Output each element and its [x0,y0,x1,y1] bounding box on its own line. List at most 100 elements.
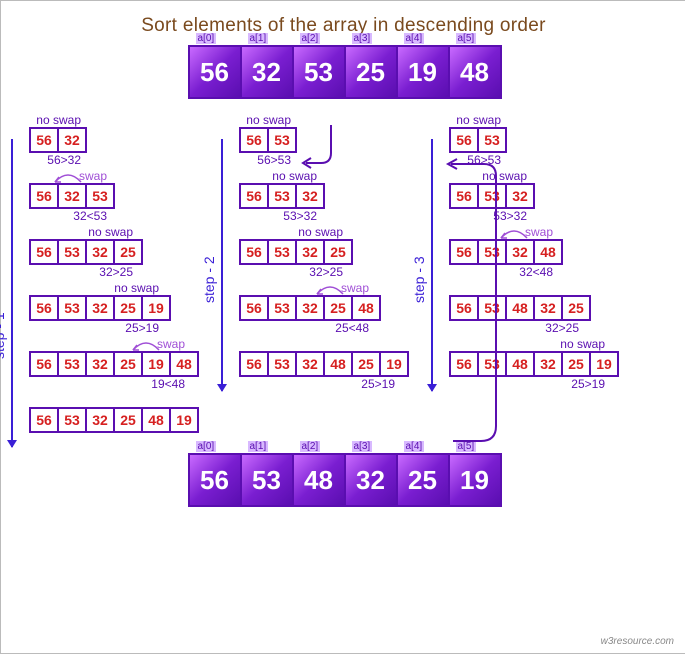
comparison-label: 19<48 [29,377,189,391]
small-cell: 53 [267,239,297,265]
step-arrow [431,139,433,391]
small-cell: 53 [267,127,297,153]
swap-label: no swap [239,225,347,239]
array-index-label: a[3] [352,441,373,452]
small-cell: 53 [267,183,297,209]
connector-step2-to-step3 [441,161,521,451]
compare-entry: no swap565356>53 [449,113,617,167]
small-cell: 56 [29,295,59,321]
cell-row: 5632 [29,127,197,153]
small-cell: 25 [323,239,353,265]
small-cell: 53 [57,351,87,377]
credit: w3resource.com [601,636,674,647]
small-cell: 53 [57,295,87,321]
array-index-label: a[4] [404,33,425,44]
array-value: 32 [356,465,385,496]
array-cell: a[4]25 [396,453,450,507]
swap-arc-icon [131,339,161,351]
array-value: 19 [408,57,437,88]
array-cell: a[5]19 [448,453,502,507]
step-label: step - 2 [201,256,217,303]
array-value: 56 [200,465,229,496]
step-column: step - 1no swap563256>32swap56325332<53n… [9,113,197,449]
small-cell: 53 [267,351,297,377]
small-cell: 19 [169,407,199,433]
array-index-label: a[2] [300,441,321,452]
array-cell: a[4]19 [396,45,450,99]
array-cell: a[1]53 [240,453,294,507]
comparison-label: 25>19 [29,321,163,335]
step-arrow [221,139,223,391]
small-cell: 19 [141,295,171,321]
array-index-label: a[0] [196,441,217,452]
array-cell: a[3]32 [344,453,398,507]
cell-row: 56533225 [29,239,197,265]
array-value: 56 [200,57,229,88]
small-cell: 32 [57,127,87,153]
comparison-label: 25>19 [239,377,399,391]
compare-entry: no swap5653322532>25 [239,225,407,279]
array-value: 53 [252,465,281,496]
compare-entry: 565332254819 [29,393,197,447]
comparison-label: 56>53 [239,153,295,167]
array-cell: a[1]32 [240,45,294,99]
small-cell: 53 [57,407,87,433]
comparison-label [29,433,189,447]
small-cell: 56 [239,183,269,209]
array-cell: a[0]56 [188,45,242,99]
small-cell: 25 [113,407,143,433]
cell-row: 565332254819 [29,407,197,433]
cell-row: 5653 [449,127,617,153]
swap-arc-icon [315,283,345,295]
page-title: Sort elements of the array in descending… [1,1,685,37]
swap-label: swap [29,337,189,351]
swap-label: no swap [29,281,163,295]
step-body: no swap563256>32swap56325332<53no swap56… [29,113,197,449]
input-array: a[0]56a[1]32a[2]53a[3]25a[4]19a[5]48 [1,45,685,99]
compare-entry: 56533248251925>19 [239,337,407,391]
array-value: 25 [356,57,385,88]
small-cell: 56 [29,239,59,265]
cell-row: 565332 [239,183,407,209]
small-cell: 56 [239,239,269,265]
small-cell: 53 [57,239,87,265]
small-cell: 25 [561,295,591,321]
comparison-label: 32>25 [29,265,137,279]
swap-label: no swap [29,225,137,239]
step-label: step - 1 [0,312,7,359]
comparison-label: 32>25 [239,265,347,279]
array-value: 25 [408,465,437,496]
small-cell: 56 [239,295,269,321]
step-label: step - 3 [411,256,427,303]
small-cell: 19 [379,351,409,377]
small-cell: 53 [85,183,115,209]
array-cell: a[0]56 [188,453,242,507]
step-arrow [11,139,13,447]
small-cell: 53 [477,127,507,153]
cell-row: 5653322548 [239,295,407,321]
array-index-label: a[3] [352,33,373,44]
small-cell: 32 [85,295,115,321]
small-cell: 32 [533,351,563,377]
small-cell: 32 [85,239,115,265]
cell-row: 56533225 [239,239,407,265]
array-value: 32 [252,57,281,88]
small-cell: 56 [29,407,59,433]
small-cell: 48 [351,295,381,321]
small-cell: 32 [533,295,563,321]
swap-label: no swap [239,113,295,127]
small-cell: 56 [239,351,269,377]
small-cell: 56 [29,127,59,153]
swap-label: no swap [449,113,505,127]
array-index-label: a[1] [248,441,269,452]
small-cell: 32 [295,295,325,321]
small-cell: 25 [113,239,143,265]
compare-entry: no swap5653322532>25 [29,225,197,279]
array-index-label: a[2] [300,33,321,44]
cell-row: 563253 [29,183,197,209]
small-cell: 48 [533,239,563,265]
array-value: 53 [304,57,333,88]
cell-row: 5653322519 [29,295,197,321]
array-index-label: a[0] [196,33,217,44]
small-cell: 32 [295,183,325,209]
